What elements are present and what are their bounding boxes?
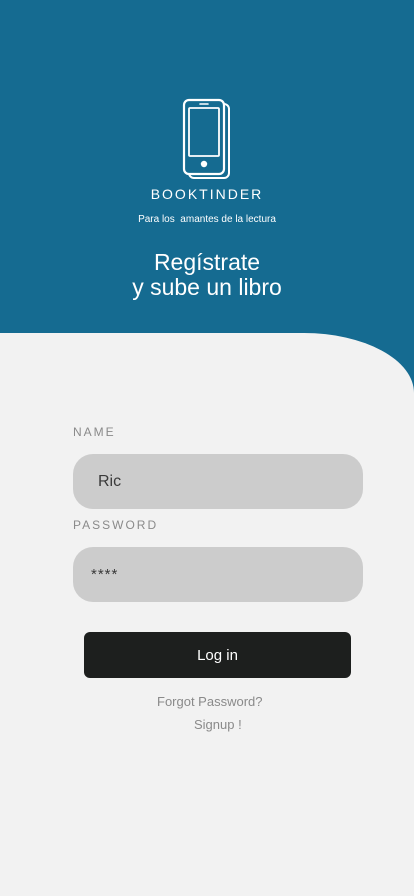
headline-line-1: Regístrate bbox=[153, 249, 261, 275]
signup-link[interactable]: Signup ! bbox=[194, 717, 242, 732]
password-label: PASSWORD bbox=[73, 518, 159, 532]
password-field[interactable]: **** bbox=[73, 547, 363, 602]
brand-name: BOOKTINDER bbox=[150, 186, 264, 202]
name-field[interactable]: Ric bbox=[73, 454, 363, 509]
forgot-password-link[interactable]: Forgot Password? bbox=[157, 694, 263, 709]
page-headline: Regístrate y sube un libro bbox=[0, 250, 414, 300]
name-label: NAME bbox=[73, 425, 116, 439]
login-button[interactable]: Log in bbox=[84, 632, 351, 678]
brand-tagline: Para los amantes de la lectura bbox=[138, 214, 276, 225]
phone-book-icon bbox=[182, 98, 230, 179]
form-panel bbox=[0, 333, 414, 896]
headline-line-2: y sube un libro bbox=[132, 274, 282, 300]
